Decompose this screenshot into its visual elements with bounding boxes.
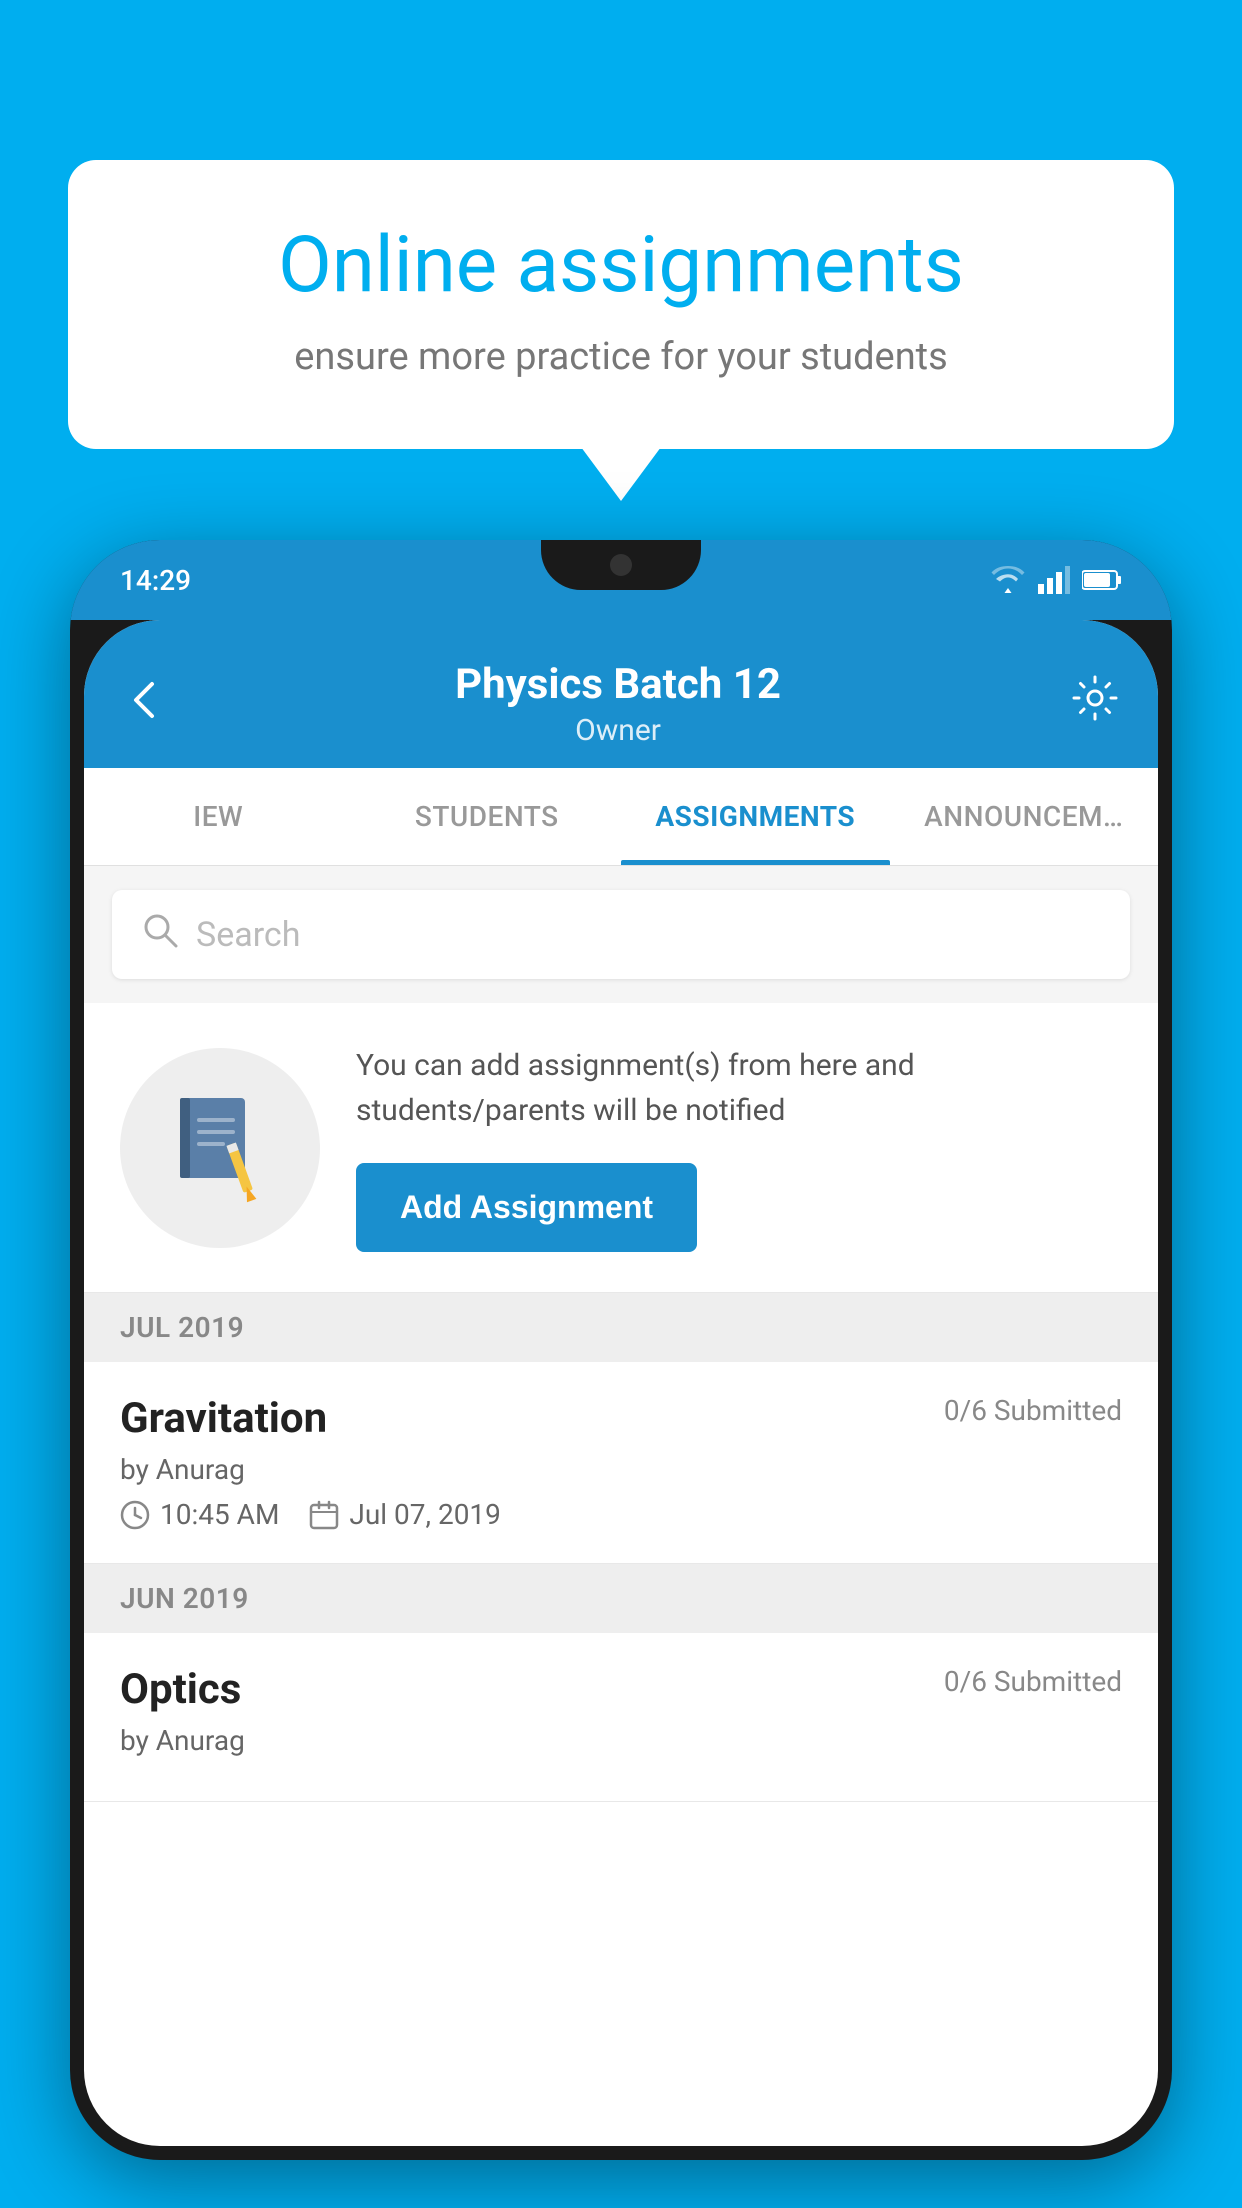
assignment-name: Gravitation xyxy=(120,1394,327,1443)
header-subtitle: Owner xyxy=(455,713,781,748)
submitted-badge: 0/6 Submitted xyxy=(944,1394,1122,1427)
bubble-title: Online assignments xyxy=(138,220,1104,311)
settings-icon[interactable] xyxy=(1072,675,1118,733)
calendar-icon xyxy=(309,1500,339,1530)
signal-icon xyxy=(1038,566,1070,594)
phone-container: 14:29 xyxy=(70,540,1172,2208)
phone-notch xyxy=(541,540,701,590)
assignment-author: by Anurag xyxy=(120,1453,1122,1486)
status-icons xyxy=(990,566,1122,594)
tab-announcements[interactable]: ANNOUNCEM… xyxy=(890,768,1159,865)
assignment-date: Jul 07, 2019 xyxy=(349,1498,501,1531)
clock-icon xyxy=(120,1500,150,1530)
tab-assignments[interactable]: ASSIGNMENTS xyxy=(621,768,890,865)
search-placeholder: Search xyxy=(196,915,300,955)
tab-iew[interactable]: IEW xyxy=(84,768,353,865)
info-text: You can add assignment(s) from here and … xyxy=(356,1043,1122,1133)
assignment-time: 10:45 AM xyxy=(160,1498,279,1531)
tab-students[interactable]: STUDENTS xyxy=(353,768,622,865)
battery-icon xyxy=(1082,569,1122,591)
section-header-jun: JUN 2019 xyxy=(84,1564,1158,1633)
assignment-item-optics[interactable]: Optics 0/6 Submitted by Anurag xyxy=(84,1633,1158,1802)
assignment-meta: 10:45 AM Jul 07, 2019 xyxy=(120,1498,1122,1531)
info-right: You can add assignment(s) from here and … xyxy=(356,1043,1122,1252)
search-bar-container: Search xyxy=(84,866,1158,1003)
assignment-item-gravitation[interactable]: Gravitation 0/6 Submitted by Anurag 10:4… xyxy=(84,1362,1158,1564)
search-icon xyxy=(142,912,178,957)
phone-device: 14:29 xyxy=(70,540,1172,2160)
search-bar[interactable]: Search xyxy=(112,890,1130,979)
meta-date: Jul 07, 2019 xyxy=(309,1498,501,1531)
assignment-row-top: Gravitation 0/6 Submitted xyxy=(120,1394,1122,1443)
speech-bubble: Online assignments ensure more practice … xyxy=(68,160,1174,449)
back-button[interactable] xyxy=(124,675,164,733)
notebook-icon xyxy=(175,1093,265,1203)
header-title: Physics Batch 12 xyxy=(455,660,781,709)
add-assignment-button[interactable]: Add Assignment xyxy=(356,1163,697,1252)
assignment-author-optics: by Anurag xyxy=(120,1724,1122,1757)
tabs-bar: IEW STUDENTS ASSIGNMENTS ANNOUNCEM… xyxy=(84,768,1158,866)
speech-bubble-container: Online assignments ensure more practice … xyxy=(68,160,1174,449)
assignment-name-optics: Optics xyxy=(120,1665,241,1714)
meta-time: 10:45 AM xyxy=(120,1498,279,1531)
status-time: 14:29 xyxy=(120,564,191,597)
wifi-icon xyxy=(990,566,1026,594)
submitted-badge-optics: 0/6 Submitted xyxy=(944,1665,1122,1698)
camera-dot xyxy=(610,554,632,576)
phone-screen: Physics Batch 12 Owner IEW STUDENTS xyxy=(84,620,1158,2146)
assignment-row-top-optics: Optics 0/6 Submitted xyxy=(120,1665,1122,1714)
info-card: You can add assignment(s) from here and … xyxy=(84,1003,1158,1293)
section-header-jul: JUL 2019 xyxy=(84,1293,1158,1362)
icon-circle xyxy=(120,1048,320,1248)
bubble-subtitle: ensure more practice for your students xyxy=(138,335,1104,379)
app-header: Physics Batch 12 Owner xyxy=(84,620,1158,768)
header-title-area: Physics Batch 12 Owner xyxy=(455,660,781,748)
